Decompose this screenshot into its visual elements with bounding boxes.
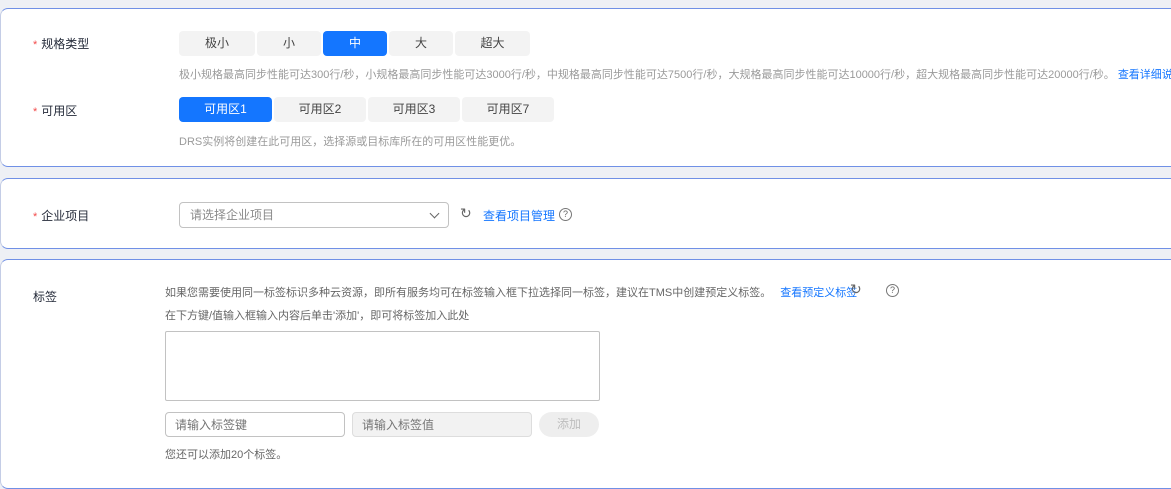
refresh-icon[interactable]: ↻ <box>850 281 862 298</box>
spec-option-l[interactable]: 大 <box>389 31 453 56</box>
az-option-3[interactable]: 可用区3 <box>368 97 460 122</box>
chevron-down-icon <box>429 208 440 219</box>
tags-hint: 如果您需要使用同一标签标识多种云资源，即所有服务均可在标签输入框下拉选择同一标签… <box>165 284 857 300</box>
az-option-1[interactable]: 可用区1 <box>179 97 272 122</box>
spec-option-s[interactable]: 小 <box>257 31 321 56</box>
spec-hint-text: 极小规格最高同步性能可达300行/秒，小规格最高同步性能可达3000行/秒，中规… <box>179 69 1115 81</box>
tags-hint-2: 在下方键/值输入框输入内容后单击'添加'，即可将标签加入此处 <box>165 310 470 322</box>
az-label-text: 可用区 <box>41 104 78 118</box>
project-management-link[interactable]: 查看项目管理 <box>483 207 555 224</box>
spec-selector: 极小 小 中 大 超大 <box>179 31 530 56</box>
az-option-2[interactable]: 可用区2 <box>274 97 366 122</box>
az-option-7[interactable]: 可用区7 <box>462 97 554 122</box>
tags-card: 标签 如果您需要使用同一标签标识多种云资源，即所有服务均可在标签输入框下拉选择同… <box>0 259 1171 489</box>
spec-option-xs[interactable]: 极小 <box>179 31 255 56</box>
tags-label: 标签 <box>33 290 58 304</box>
tag-value-input[interactable] <box>352 412 532 437</box>
az-label: * 可用区 <box>33 104 78 118</box>
spec-hint: 极小规格最高同步性能可达300行/秒，小规格最高同步性能可达3000行/秒，中规… <box>179 66 1171 82</box>
spec-option-m[interactable]: 中 <box>323 31 387 56</box>
spec-details-link[interactable]: 查看详细说明 <box>1118 69 1171 81</box>
spec-option-xl[interactable]: 超大 <box>455 31 530 56</box>
project-card: * 企业项目 请选择企业项目 ↻ 查看项目管理 ? <box>0 178 1171 249</box>
tags-remaining: 您还可以添加20个标签。 <box>165 449 288 461</box>
refresh-icon[interactable]: ↻ <box>460 205 472 222</box>
az-hint: DRS实例将创建在此可用区，选择源或目标库所在的可用区性能更优。 <box>179 136 522 148</box>
spec-label: * 规格类型 <box>33 37 90 51</box>
help-icon[interactable]: ? <box>559 208 572 221</box>
predefined-tags-link[interactable]: 查看预定义标签 <box>780 287 857 299</box>
project-placeholder: 请选择企业项目 <box>190 208 275 222</box>
tags-hint-text: 如果您需要使用同一标签标识多种云资源，即所有服务均可在标签输入框下拉选择同一标签… <box>165 287 772 299</box>
spec-card: * 规格类型 极小 小 中 大 超大 极小规格最高同步性能可达300行/秒，小规格… <box>0 8 1171 167</box>
tags-list-area <box>165 331 600 401</box>
project-select[interactable]: 请选择企业项目 <box>179 202 449 228</box>
add-tag-button[interactable]: 添加 <box>539 412 599 437</box>
spec-label-text: 规格类型 <box>41 37 90 51</box>
project-label-text: 企业项目 <box>41 209 90 223</box>
project-label: * 企业项目 <box>33 209 90 223</box>
az-selector: 可用区1 可用区2 可用区3 可用区7 <box>179 97 554 122</box>
help-icon[interactable]: ? <box>886 284 899 297</box>
tag-key-input[interactable] <box>165 412 345 437</box>
